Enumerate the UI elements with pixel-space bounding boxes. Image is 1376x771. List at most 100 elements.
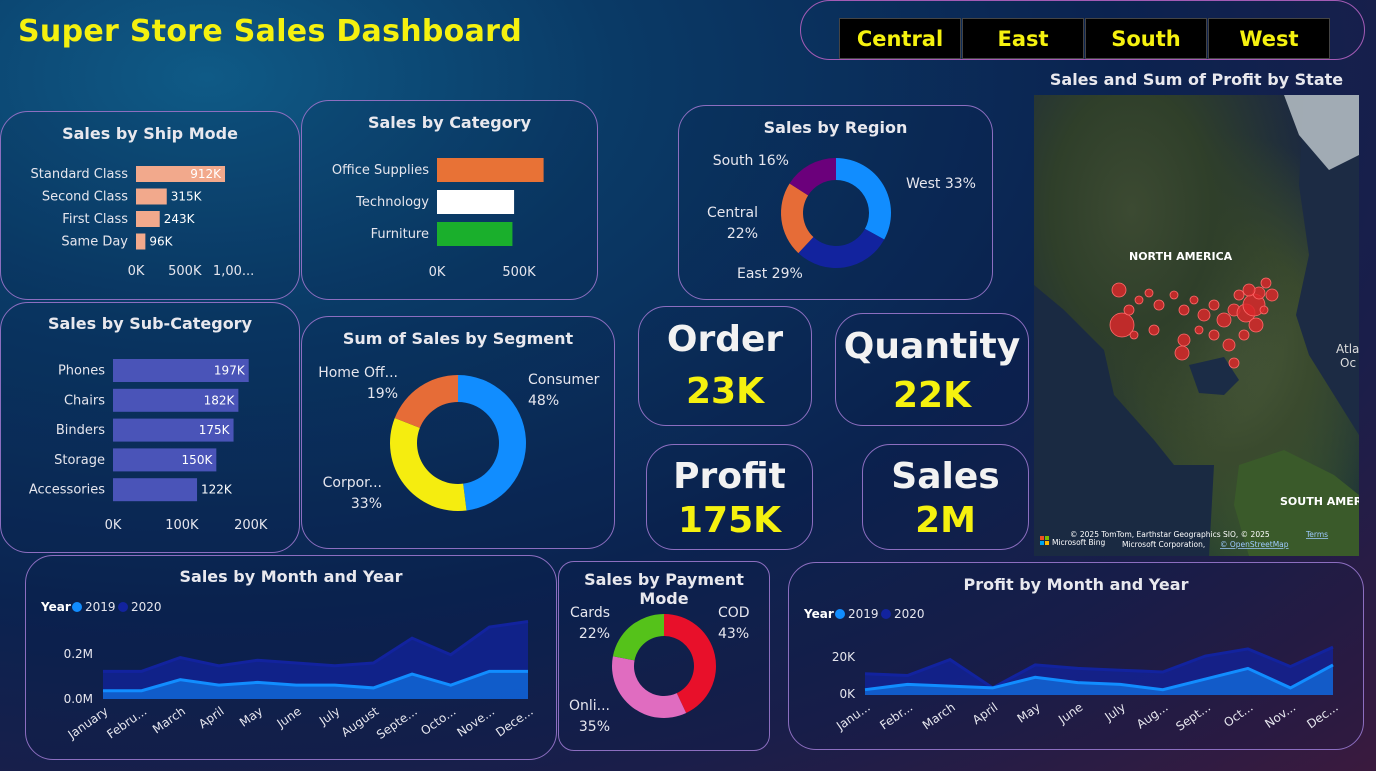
legend-label: 2020	[894, 607, 925, 621]
state-bubble	[1148, 324, 1160, 336]
category-label: Same Day	[61, 235, 128, 250]
x-tick-label: July	[1101, 700, 1128, 724]
x-tick-label: Febru...	[104, 704, 149, 741]
payment-card: Sales by Payment Mode COD 43% Onli... 35% Ca…	[558, 561, 770, 751]
category-label: Binders	[56, 423, 105, 438]
bar	[437, 222, 513, 246]
ship-mode-chart: Standard Class 912K Second Class 315K First …	[31, 166, 254, 279]
x-tick-label: Octo...	[418, 704, 458, 738]
x-tick-label: Nov...	[1262, 700, 1298, 731]
profit-kpi-value: 175K	[677, 500, 782, 541]
attribution-line-1: © 2025 TomTom, Earthstar Geographics SIO…	[1070, 530, 1270, 539]
state-bubble	[1228, 357, 1240, 369]
data-label: 315K	[171, 190, 203, 204]
sales-kpi-card: Sales 2M	[862, 444, 1029, 550]
slice-label: West 33%	[906, 176, 976, 192]
bar	[136, 233, 146, 250]
atlantic-label-1: Atla	[1336, 342, 1359, 356]
x-tick-label: June	[1055, 700, 1085, 727]
atlantic-label-2: Oc	[1340, 356, 1356, 370]
state-bubble	[1265, 288, 1279, 302]
state-bubble	[1177, 333, 1191, 347]
x-tick-label: 0K	[105, 518, 122, 533]
slice-label: Onli...	[569, 698, 610, 714]
data-label: 182K	[204, 393, 236, 407]
dashboard-title: Super Store Sales Dashboard	[18, 14, 523, 49]
state-bubble	[1197, 308, 1211, 322]
slice-label: 33%	[351, 496, 382, 512]
slice-label: Corpor...	[323, 475, 382, 491]
x-tick-label: April	[196, 704, 227, 731]
quantity-kpi-label: Quantity	[843, 326, 1021, 367]
x-tick-label: 0K	[429, 265, 446, 280]
state-bubble	[1144, 288, 1154, 298]
slicer-east-button[interactable]: East	[962, 18, 1084, 59]
x-tick-label: 100K	[165, 518, 199, 533]
x-tick-label: March	[920, 700, 958, 732]
category-chart: Office Supplies Technology Furniture 0K 500K	[332, 158, 544, 280]
attribution-line-2: Microsoft Corporation,	[1122, 540, 1205, 549]
state-bubble	[1260, 277, 1272, 289]
sub-category-card: Sales by Sub-Category Phones 197K Chairs 18…	[0, 302, 300, 553]
slice-label: Home Off...	[318, 365, 398, 381]
legend-label: 2019	[85, 600, 116, 614]
category-label: First Class	[62, 212, 128, 227]
category-label: Furniture	[371, 227, 429, 242]
x-tick-label: 500K	[168, 264, 202, 279]
legend-label: 2020	[131, 600, 162, 614]
donut-slice	[394, 375, 458, 428]
x-tick-label: 0K	[128, 264, 145, 279]
sales-profit-map[interactable]: NORTH AMERICA SOUTH AMER Atla Oc Microso…	[1034, 95, 1359, 556]
category-label: Office Supplies	[332, 163, 429, 178]
state-bubble	[1174, 345, 1190, 361]
slicer-south-button[interactable]: South	[1085, 18, 1207, 59]
slice-label: 22%	[579, 626, 610, 642]
state-bubble	[1178, 304, 1190, 316]
legend-label: 2019	[848, 607, 879, 621]
x-tick-label: 500K	[502, 265, 536, 280]
legend-marker	[835, 609, 845, 619]
order-kpi-card: Order 23K	[638, 306, 812, 426]
x-tick-label: May	[237, 704, 265, 730]
profit-kpi-label: Profit	[673, 456, 786, 497]
slicer-central-button[interactable]: Central	[839, 18, 961, 59]
state-bubble	[1208, 299, 1220, 311]
bar	[437, 190, 515, 214]
x-tick-label: Janu...	[833, 700, 873, 734]
slice-label: 48%	[528, 393, 559, 409]
segment-chart: Consumer 48% Corpor... 33% Home Off... 19%	[318, 365, 600, 512]
y-tick-label: 0K	[839, 687, 856, 701]
sales-kpi-value: 2M	[915, 500, 976, 541]
state-bubble	[1129, 330, 1139, 340]
payment-chart: COD 43% Onli... 35% Cards 22%	[569, 605, 750, 735]
x-tick-label: January	[65, 704, 111, 742]
x-tick-label: Aug...	[1134, 700, 1171, 731]
legend-marker	[118, 602, 128, 612]
slicer-west-button[interactable]: West	[1208, 18, 1330, 59]
y-tick-label: 20K	[832, 650, 856, 664]
category-label: Second Class	[42, 190, 128, 205]
data-label: 96K	[149, 235, 173, 249]
bing-logo-green	[1045, 536, 1049, 540]
slice-label: South 16%	[713, 153, 789, 169]
order-kpi-label: Order	[666, 319, 784, 360]
category-label: Standard Class	[31, 167, 129, 182]
data-label: 912K	[190, 167, 222, 181]
segment-card: Sum of Sales by Segment Consumer 48% Corpo…	[301, 316, 615, 549]
category-label: Chairs	[64, 393, 105, 408]
bing-logo-red	[1040, 536, 1044, 540]
x-tick-label: Nove...	[454, 704, 497, 740]
x-tick-label: April	[970, 700, 1001, 727]
greenland	[1284, 95, 1359, 170]
x-tick-label: August	[339, 704, 382, 740]
y-tick-label: 0.0M	[64, 692, 93, 706]
x-tick-label: Dec...	[1304, 700, 1340, 731]
state-bubble	[1189, 295, 1199, 305]
state-bubble	[1248, 317, 1264, 333]
state-bubble	[1242, 283, 1256, 297]
bar	[136, 211, 160, 227]
terms-link: Terms	[1305, 530, 1328, 539]
slice-label: Consumer	[528, 372, 600, 388]
map-title: Sales and Sum of Profit by State	[1049, 70, 1344, 89]
slice-label: 19%	[367, 386, 398, 402]
